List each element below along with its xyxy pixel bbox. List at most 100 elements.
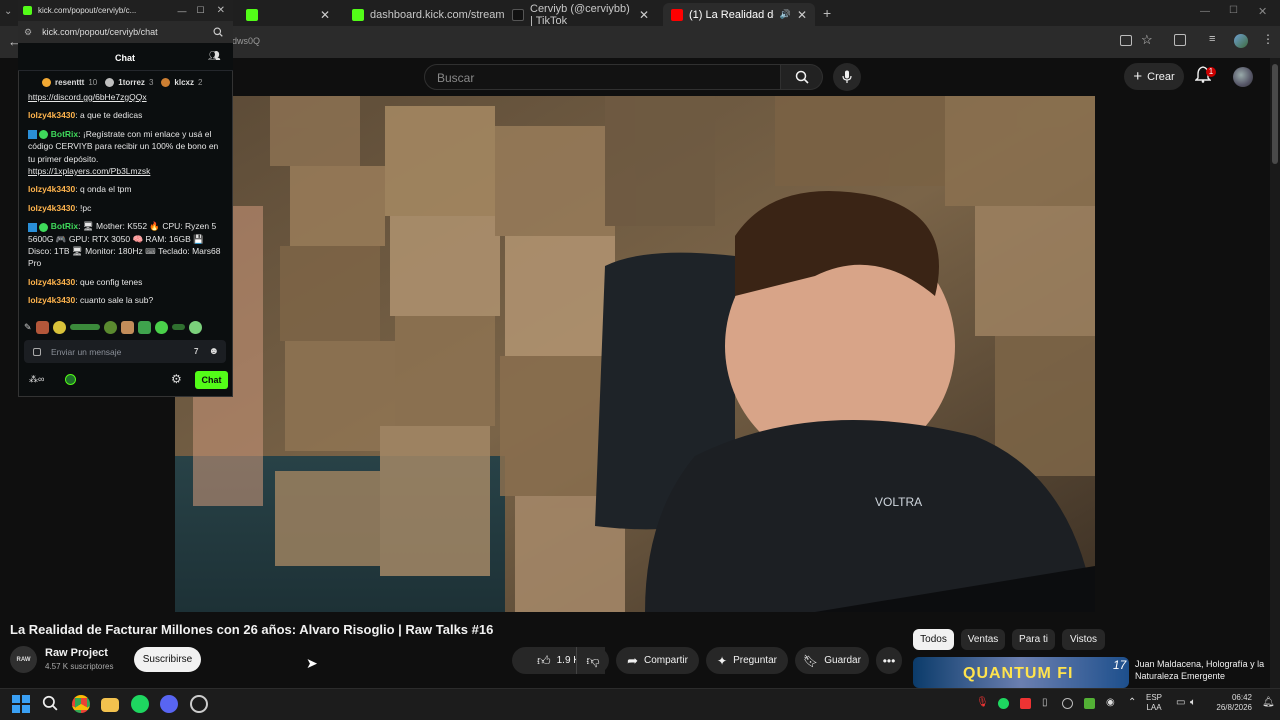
chat-username[interactable]: lolzy4k3430: [28, 110, 75, 120]
spotify-taskbar-icon[interactable]: [131, 695, 149, 713]
profile-avatar-icon[interactable]: [1234, 34, 1248, 48]
chat-username[interactable]: lolzy4k3430: [28, 277, 75, 287]
channel-points-icon[interactable]: ⁂∞: [29, 374, 44, 385]
kick-emotes-icon[interactable]: 7: [194, 347, 198, 356]
tab-label: (1) La Realidad de Facturar M: [689, 8, 774, 21]
ask-button[interactable]: ✦ Preguntar: [706, 647, 788, 674]
chat-window-titlebar: kick.com/popout/cerviyb/c... — ☐ ✕: [18, 0, 233, 21]
chat-message-link[interactable]: https://discord.gg/6bHe7zgQQx: [28, 92, 147, 102]
audio-playing-icon[interactable]: 🔊: [780, 9, 791, 20]
search-input[interactable]: Buscar: [424, 64, 781, 90]
emote-icon[interactable]: [103, 320, 117, 334]
chat-send-button[interactable]: Chat: [195, 371, 228, 389]
cast-icon[interactable]: [1120, 35, 1132, 46]
chat-message: https://discord.gg/6bHe7zgQQx: [28, 91, 224, 103]
chat-username[interactable]: lolzy4k3430: [28, 203, 75, 213]
search-icon[interactable]: [213, 27, 223, 37]
emote-icon[interactable]: [154, 320, 168, 334]
maximize-popout-icon[interactable]: ☐: [197, 5, 205, 16]
chip-para-ti[interactable]: Para ti: [1012, 629, 1055, 650]
channel-name[interactable]: Raw Project: [45, 647, 108, 659]
scrollbar-thumb[interactable]: [1272, 64, 1278, 164]
leader-name[interactable]: 1torrez: [118, 78, 145, 87]
close-popout-icon[interactable]: ✕: [217, 5, 225, 16]
voice-search-button[interactable]: [833, 63, 861, 91]
emote-icon[interactable]: [69, 324, 100, 330]
close-tab-icon[interactable]: ✕: [797, 8, 807, 22]
notification-center-icon[interactable]: 🔔︎: [1262, 697, 1275, 708]
chat-username[interactable]: lolzy4k3430: [28, 295, 75, 305]
kick-rewards-icon[interactable]: [65, 374, 76, 385]
chat-username[interactable]: BotRix: [51, 129, 78, 139]
media-controls-icon[interactable]: ≡: [1209, 33, 1215, 45]
emoji-picker-icon[interactable]: ☻: [208, 346, 219, 357]
chat-window-url-bar[interactable]: ⚙ kick.com/popout/cerviyb/chat: [18, 21, 233, 43]
discord-taskbar-icon[interactable]: [160, 695, 178, 713]
tray-steam-icon[interactable]: [1062, 698, 1073, 709]
account-avatar[interactable]: [1233, 67, 1253, 87]
close-window-icon[interactable]: ✕: [1258, 5, 1267, 18]
minimize-popout-icon[interactable]: —: [178, 6, 187, 16]
channel-avatar[interactable]: RAW: [10, 646, 37, 673]
close-tab-icon[interactable]: ✕: [639, 8, 649, 22]
input-language-indicator[interactable]: ESP LAA: [1146, 693, 1162, 713]
tab-list-chevron-icon[interactable]: ⌄: [4, 6, 12, 17]
share-button[interactable]: ➦ Compartir: [616, 647, 699, 674]
emote-icon[interactable]: [188, 320, 202, 334]
emote-icon[interactable]: [52, 320, 66, 334]
bookmark-star-icon[interactable]: ☆: [1141, 32, 1153, 48]
tray-mic-icon[interactable]: 🎙︎: [976, 697, 989, 708]
chat-settings-gear-icon[interactable]: ⚙: [171, 372, 182, 386]
tab-tiktok[interactable]: Cerviyb (@cerviybb) | TikTok ✕: [504, 3, 657, 27]
network-monitor-icon[interactable]: ▭: [1176, 697, 1185, 708]
chat-users-icon[interactable]: 👥︎: [208, 51, 221, 62]
chat-username[interactable]: BotRix: [51, 221, 78, 231]
chat-message-list[interactable]: https://discord.gg/6bHe7zgQQx lolzy4k343…: [28, 91, 224, 313]
extensions-puzzle-icon[interactable]: [1174, 34, 1186, 46]
chat-username[interactable]: lolzy4k3430: [28, 184, 75, 194]
new-tab-plus-icon[interactable]: +: [823, 5, 831, 21]
chat-message-link[interactable]: https://1xplayers.com/Pb3Lmzsk: [28, 166, 150, 176]
minimize-window-icon[interactable]: —: [1200, 6, 1210, 17]
taskbar-search-icon[interactable]: [42, 695, 60, 713]
chip-ventas[interactable]: Ventas: [961, 629, 1005, 650]
recommended-video-thumbnail[interactable]: QUANTUM FI 17: [913, 657, 1129, 688]
more-actions-button[interactable]: •••: [876, 647, 902, 674]
chip-vistos[interactable]: Vistos: [1062, 629, 1105, 650]
chrome-taskbar-icon[interactable]: [72, 695, 90, 713]
browser-menu-icon[interactable]: ⋮: [1262, 32, 1274, 46]
volume-speaker-icon[interactable]: 🔈︎: [1190, 697, 1196, 708]
tab-kick-dashboard[interactable]: dashboard.kick.com/stream ✕: [344, 3, 521, 26]
tray-app-icon[interactable]: [1020, 698, 1031, 709]
tray-device-icon[interactable]: ▯: [1042, 697, 1048, 708]
emote-icon[interactable]: [171, 324, 185, 330]
dislike-button[interactable]: 👎︎: [576, 647, 609, 674]
emote-icon[interactable]: [35, 320, 49, 334]
windows-start-icon[interactable]: [12, 695, 30, 713]
video-player[interactable]: VOLTRA: [175, 96, 1095, 612]
create-button[interactable]: + Crear: [1124, 63, 1184, 90]
leader-name[interactable]: resenttt: [55, 78, 84, 87]
tab-youtube-active[interactable]: (1) La Realidad de Facturar M 🔊 ✕: [663, 3, 815, 26]
chip-todos[interactable]: Todos: [913, 629, 954, 650]
save-button[interactable]: 🔖︎ Guardar: [795, 647, 869, 674]
tray-nvidia-icon[interactable]: [1084, 698, 1095, 709]
clock[interactable]: 06:42 26/8/2026: [1210, 693, 1252, 713]
app-taskbar-icon[interactable]: [190, 695, 208, 713]
emote-icon[interactable]: [137, 320, 151, 334]
close-tab-icon[interactable]: ✕: [320, 8, 330, 22]
recommended-video-title[interactable]: Juan Maldacena, Holografía y la Naturale…: [1135, 658, 1265, 682]
tray-discord-icon[interactable]: ◉: [1106, 697, 1115, 708]
tray-spotify-icon[interactable]: [998, 698, 1009, 709]
maximize-window-icon[interactable]: ☐: [1229, 5, 1238, 16]
chat-message-input[interactable]: Enviar un mensaje 7 ☻: [24, 340, 226, 363]
tab-kick-popout[interactable]: ✕: [238, 3, 338, 26]
search-button[interactable]: [781, 64, 823, 90]
subscribe-button[interactable]: Suscribirse: [134, 647, 201, 672]
tray-overflow-chevron-icon[interactable]: ⌃: [1128, 697, 1136, 708]
leader-name[interactable]: klcxz: [174, 78, 194, 87]
site-info-icon[interactable]: ⚙: [24, 27, 32, 38]
file-explorer-icon[interactable]: [101, 698, 119, 712]
emote-icon[interactable]: [120, 320, 134, 334]
pin-icon[interactable]: ✎: [24, 322, 32, 333]
